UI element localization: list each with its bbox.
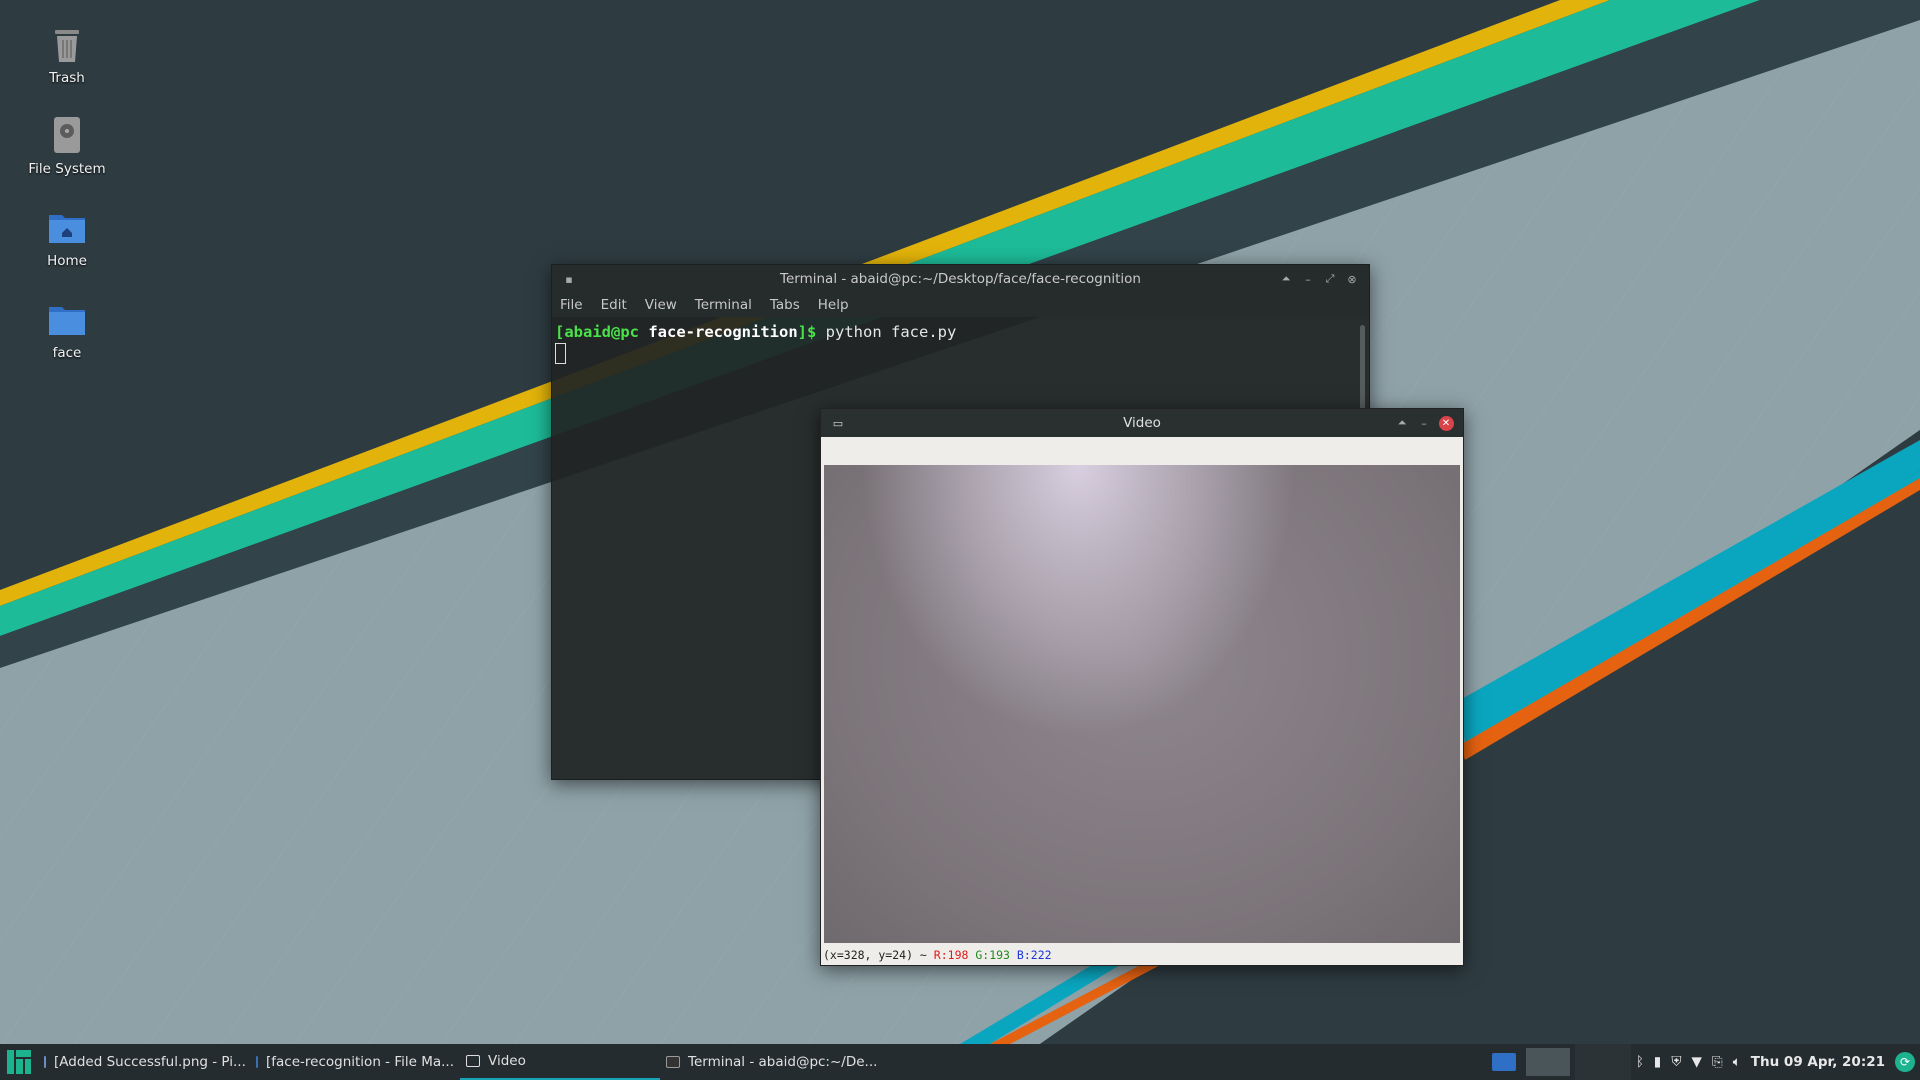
close-icon[interactable]: ⊗: [1341, 268, 1363, 290]
desktop-icon-face[interactable]: face: [18, 297, 116, 361]
desktop-icon-filesystem[interactable]: File System: [18, 113, 116, 177]
folder-icon: [256, 1056, 258, 1068]
taskbar: [Added Successful.png - Pi... [face-reco…: [0, 1044, 1920, 1080]
menu-tabs[interactable]: Tabs: [770, 297, 800, 313]
prompt-command: python face.py: [825, 323, 957, 341]
video-window[interactable]: ▭ Video ⏶ – ✕ (x=328, y=24) ~ R:198 G:19…: [820, 408, 1464, 966]
shade-icon[interactable]: ⏶: [1391, 412, 1413, 434]
video-app-icon[interactable]: ▭: [827, 412, 849, 434]
workspace-2-icon[interactable]: [1525, 1048, 1570, 1076]
workspace-3-icon[interactable]: [1574, 1044, 1631, 1080]
menu-view[interactable]: View: [645, 297, 677, 313]
shade-icon[interactable]: ⏶: [1275, 268, 1297, 290]
whisker-menu-button[interactable]: [0, 1044, 38, 1080]
text-cursor: [555, 343, 566, 364]
prompt-user: [abaid@pc: [555, 323, 639, 341]
taskbar-item-file-manager[interactable]: [face-recognition - File Ma...: [250, 1044, 460, 1080]
clip-icon[interactable]: ⎘: [1712, 1054, 1723, 1070]
home-folder-icon: [49, 215, 85, 243]
video-titlebar[interactable]: ▭ Video ⏶ – ✕: [821, 409, 1463, 437]
manjaro-logo-icon: [7, 1050, 31, 1074]
taskbar-item-video[interactable]: Video: [460, 1044, 660, 1080]
video-frame[interactable]: [824, 465, 1460, 943]
desktop-icon-label: Trash: [49, 70, 85, 86]
folder-icon: [49, 307, 85, 335]
terminal-prompt-line: [abaid@pc face-recognition]$ python face…: [555, 323, 1366, 341]
desktop-icon-label: face: [52, 345, 82, 361]
system-tray: ᛒ ▮ ⛨ ▼ ⎘ 🔈︎ Thu 09 Apr, 20:21 ⟳: [1487, 1044, 1920, 1080]
wifi-icon[interactable]: ▼: [1691, 1054, 1701, 1070]
pixel-red: R:198: [933, 948, 969, 962]
taskbar-item-label: [face-recognition - File Ma...: [266, 1054, 454, 1070]
battery-icon[interactable]: ▮: [1654, 1054, 1661, 1070]
drive-icon: [54, 117, 80, 153]
taskbar-item-label: [Added Successful.png - Pi...: [54, 1054, 246, 1070]
minimize-icon[interactable]: –: [1413, 412, 1435, 434]
terminal-title: Terminal - abaid@pc:~/Desktop/face/face-…: [780, 271, 1141, 287]
terminal-titlebar[interactable]: ▪ Terminal - abaid@pc:~/Desktop/face/fac…: [552, 265, 1369, 293]
prompt-dir: face-recognition: [648, 323, 798, 341]
workspace-1-icon[interactable]: [1491, 1053, 1516, 1071]
desktop-icon-home[interactable]: Home: [18, 205, 116, 269]
taskbar-item-label: Video: [488, 1053, 526, 1069]
pixel-green: G:193: [975, 948, 1010, 962]
volume-icon[interactable]: 🔈︎: [1733, 1054, 1741, 1070]
update-icon[interactable]: ⟳: [1895, 1052, 1915, 1072]
video-toolbar: [821, 437, 1463, 465]
image-viewer-icon: [44, 1056, 46, 1068]
taskbar-item-terminal[interactable]: Terminal - abaid@pc:~/De...: [660, 1044, 892, 1080]
pixel-blue: B:222: [1016, 948, 1052, 962]
terminal-app-icon[interactable]: ▪: [558, 268, 580, 290]
desktop-icon-label: File System: [28, 161, 106, 177]
menu-edit[interactable]: Edit: [601, 297, 627, 313]
desktop-icon-trash[interactable]: Trash: [18, 22, 116, 86]
bluetooth-icon[interactable]: ᛒ: [1636, 1054, 1644, 1070]
prompt-end: ]$: [797, 323, 817, 341]
minimize-icon[interactable]: –: [1297, 268, 1319, 290]
terminal-scrollbar[interactable]: [1360, 325, 1365, 415]
clock[interactable]: Thu 09 Apr, 20:21: [1751, 1054, 1885, 1070]
menu-terminal[interactable]: Terminal: [695, 297, 752, 313]
taskbar-item-image-viewer[interactable]: [Added Successful.png - Pi...: [38, 1044, 250, 1080]
taskbar-item-label: Terminal - abaid@pc:~/De...: [688, 1054, 878, 1070]
desktop-icon-label: Home: [47, 253, 87, 269]
maximize-icon[interactable]: ⤢: [1319, 268, 1341, 290]
window-icon: [466, 1055, 480, 1067]
terminal-menubar: File Edit View Terminal Tabs Help: [552, 293, 1369, 317]
video-statusbar: (x=328, y=24) ~ R:198 G:193 B:222: [821, 945, 1463, 965]
pixel-coords: (x=328, y=24) ~: [823, 948, 927, 962]
close-icon[interactable]: ✕: [1435, 412, 1457, 434]
shield-icon[interactable]: ⛨: [1671, 1054, 1681, 1070]
terminal-icon: [666, 1056, 680, 1068]
menu-help[interactable]: Help: [818, 297, 849, 313]
trash-icon: [55, 30, 79, 62]
menu-file[interactable]: File: [560, 297, 583, 313]
video-title: Video: [1123, 415, 1161, 431]
